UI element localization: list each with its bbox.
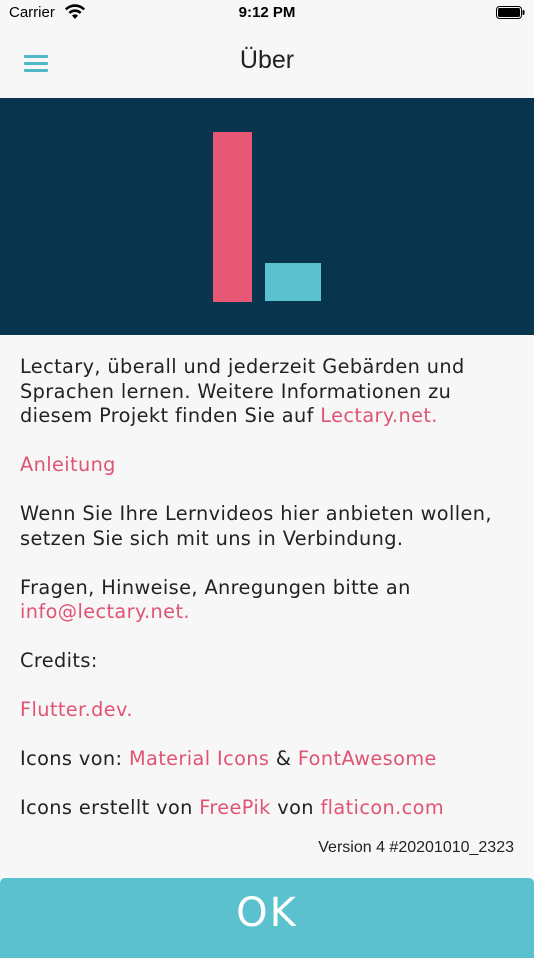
lectary-banner bbox=[0, 98, 534, 335]
questions-paragraph: Fragen, Hinweise, Anregungen bitte an in… bbox=[20, 576, 520, 625]
fontawesome-link[interactable]: FontAwesome bbox=[298, 747, 437, 770]
material-icons-link[interactable]: Material Icons bbox=[129, 747, 269, 770]
status-bar: Carrier 9:12 PM bbox=[0, 0, 534, 28]
credits-label: Credits: bbox=[20, 649, 98, 672]
ampersand-text: & bbox=[269, 747, 298, 770]
flutter-paragraph: Flutter.dev. bbox=[20, 698, 520, 723]
battery-icon bbox=[496, 6, 525, 19]
lectary-link[interactable]: Lectary.net. bbox=[320, 404, 438, 427]
clock: 9:12 PM bbox=[238, 4, 296, 21]
guide-link[interactable]: Anleitung bbox=[20, 453, 116, 476]
icons-created-paragraph: Icons erstellt von FreePik von flaticon.… bbox=[20, 796, 520, 821]
app-bar: Über bbox=[0, 28, 534, 98]
logo-tall-bar bbox=[213, 132, 252, 302]
logo-short-bar bbox=[265, 263, 321, 301]
freepik-link[interactable]: FreePik bbox=[199, 796, 270, 819]
email-link[interactable]: info@lectary.net. bbox=[20, 600, 190, 623]
questions-text: Fragen, Hinweise, Anregungen bitte an bbox=[20, 575, 411, 599]
guide-paragraph: Anleitung bbox=[20, 453, 520, 478]
page-title: Über bbox=[239, 46, 295, 74]
intro-paragraph: Lectary, überall und jederzeit Gebärden … bbox=[20, 355, 520, 429]
flaticon-link[interactable]: flaticon.com bbox=[320, 796, 444, 819]
about-content: Lectary, überall und jederzeit Gebärden … bbox=[20, 355, 520, 845]
icons-created-text: Icons erstellt von bbox=[20, 796, 200, 819]
icons-paragraph: Icons von: Material Icons & FontAwesome bbox=[20, 747, 520, 772]
videos-paragraph: Wenn Sie Ihre Lernvideos hier anbieten w… bbox=[20, 502, 492, 550]
flutter-link[interactable]: Flutter.dev. bbox=[20, 698, 133, 721]
von-text: von bbox=[270, 796, 321, 819]
icons-text: Icons von: bbox=[20, 747, 129, 770]
version-label: Version 4 #20201010_2323 bbox=[318, 839, 514, 856]
ok-button[interactable]: OK bbox=[0, 878, 534, 958]
ok-button-label: OK bbox=[236, 890, 298, 936]
